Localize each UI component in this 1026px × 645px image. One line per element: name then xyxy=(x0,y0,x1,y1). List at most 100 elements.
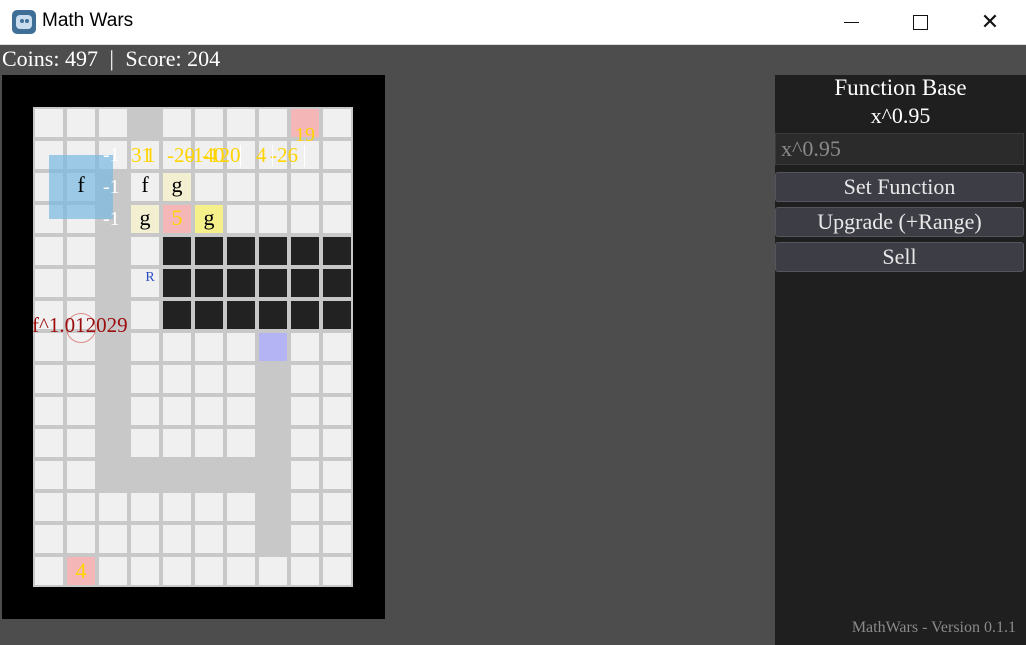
grid-cell[interactable] xyxy=(163,365,191,393)
grid-cell[interactable] xyxy=(291,301,319,329)
close-icon[interactable]: ✕ xyxy=(955,0,1025,44)
grid-cell[interactable] xyxy=(195,301,223,329)
grid-cell[interactable] xyxy=(131,397,159,425)
grid-cell[interactable] xyxy=(163,397,191,425)
grid-cell[interactable] xyxy=(163,269,191,297)
grid-cell[interactable] xyxy=(67,109,95,137)
grid-cell[interactable] xyxy=(323,493,351,521)
grid-cell[interactable] xyxy=(131,237,159,265)
maximize-icon[interactable] xyxy=(885,0,955,44)
grid-cell[interactable] xyxy=(227,525,255,553)
grid-cell[interactable] xyxy=(323,333,351,361)
grid-cell[interactable] xyxy=(35,397,63,425)
grid-cell[interactable] xyxy=(131,429,159,457)
grid-cell[interactable] xyxy=(99,493,127,521)
grid-cell[interactable] xyxy=(131,557,159,585)
grid-cell[interactable] xyxy=(163,493,191,521)
grid-cell[interactable] xyxy=(67,365,95,393)
grid-cell[interactable] xyxy=(291,429,319,457)
grid-cell[interactable] xyxy=(323,109,351,137)
grid-cell[interactable] xyxy=(195,109,223,137)
minimize-icon[interactable] xyxy=(816,0,886,44)
grid-cell[interactable] xyxy=(195,269,223,297)
grid-cell[interactable] xyxy=(227,493,255,521)
tower-g[interactable]: g xyxy=(195,204,223,232)
grid-cell[interactable] xyxy=(259,237,287,265)
grid-cell[interactable] xyxy=(67,461,95,489)
grid-cell[interactable] xyxy=(35,557,63,585)
grid-cell[interactable] xyxy=(35,429,63,457)
grid-cell[interactable] xyxy=(259,109,287,137)
grid-cell[interactable] xyxy=(291,173,319,201)
grid-cell[interactable] xyxy=(291,461,319,489)
set-function-button[interactable]: Set Function xyxy=(775,172,1024,202)
grid-cell[interactable] xyxy=(195,365,223,393)
grid-cell[interactable] xyxy=(67,429,95,457)
grid-cell[interactable] xyxy=(259,557,287,585)
tower-number[interactable]: 5 xyxy=(163,204,191,232)
grid-cell[interactable] xyxy=(227,109,255,137)
grid-cell[interactable] xyxy=(163,333,191,361)
grid-cell[interactable] xyxy=(195,173,223,201)
grid-cell[interactable] xyxy=(195,525,223,553)
grid-cell[interactable] xyxy=(259,301,287,329)
grid-cell[interactable] xyxy=(291,237,319,265)
grid-cell[interactable] xyxy=(227,397,255,425)
grid-cell[interactable] xyxy=(323,205,351,233)
grid-cell[interactable] xyxy=(195,429,223,457)
grid-cell[interactable] xyxy=(227,205,255,233)
grid-cell[interactable] xyxy=(323,269,351,297)
upgrade-button[interactable]: Upgrade (+Range) xyxy=(775,207,1024,237)
grid-cell[interactable] xyxy=(227,557,255,585)
grid-cell[interactable] xyxy=(195,397,223,425)
grid-cell[interactable] xyxy=(35,525,63,553)
sell-button[interactable]: Sell xyxy=(775,242,1024,272)
grid-cell[interactable] xyxy=(67,493,95,521)
grid-cell[interactable] xyxy=(227,301,255,329)
grid-cell[interactable] xyxy=(131,333,159,361)
grid-cell[interactable] xyxy=(99,109,127,137)
grid-cell[interactable] xyxy=(35,493,63,521)
grid-cell[interactable] xyxy=(163,525,191,553)
grid-cell[interactable] xyxy=(259,205,287,233)
grid-cell[interactable] xyxy=(35,109,63,137)
grid-cell[interactable] xyxy=(67,397,95,425)
grid-cell[interactable] xyxy=(163,301,191,329)
grid-cell[interactable] xyxy=(259,173,287,201)
grid-cell[interactable] xyxy=(195,557,223,585)
grid-cell[interactable] xyxy=(163,429,191,457)
grid-cell[interactable] xyxy=(323,301,351,329)
grid-cell[interactable] xyxy=(323,397,351,425)
selected-tower-label[interactable]: f xyxy=(67,171,95,199)
grid-cell[interactable] xyxy=(131,525,159,553)
grid-cell[interactable] xyxy=(163,109,191,137)
grid-cell[interactable] xyxy=(227,237,255,265)
grid-cell[interactable] xyxy=(259,333,287,361)
grid-cell[interactable] xyxy=(99,525,127,553)
grid-cell[interactable] xyxy=(131,493,159,521)
grid-cell[interactable] xyxy=(291,397,319,425)
grid-cell[interactable] xyxy=(131,365,159,393)
grid-cell[interactable] xyxy=(67,525,95,553)
grid-cell[interactable] xyxy=(35,237,63,265)
grid-cell[interactable] xyxy=(35,365,63,393)
grid-cell[interactable] xyxy=(67,269,95,297)
grid-cell[interactable] xyxy=(131,301,159,329)
grid-cell[interactable] xyxy=(163,557,191,585)
grid-cell[interactable] xyxy=(195,493,223,521)
grid-cell[interactable] xyxy=(323,237,351,265)
grid-cell[interactable] xyxy=(291,333,319,361)
tower-number[interactable]: 4 xyxy=(67,557,95,585)
grid-cell[interactable] xyxy=(227,365,255,393)
grid-cell[interactable] xyxy=(291,269,319,297)
grid-cell[interactable] xyxy=(163,237,191,265)
grid-cell[interactable] xyxy=(291,557,319,585)
grid-cell[interactable] xyxy=(323,461,351,489)
grid-cell[interactable] xyxy=(259,269,287,297)
grid-cell[interactable] xyxy=(291,493,319,521)
grid-cell[interactable] xyxy=(291,365,319,393)
grid-cell[interactable] xyxy=(99,557,127,585)
grid-cell[interactable] xyxy=(67,237,95,265)
grid-cell[interactable] xyxy=(195,333,223,361)
grid-cell[interactable] xyxy=(227,173,255,201)
